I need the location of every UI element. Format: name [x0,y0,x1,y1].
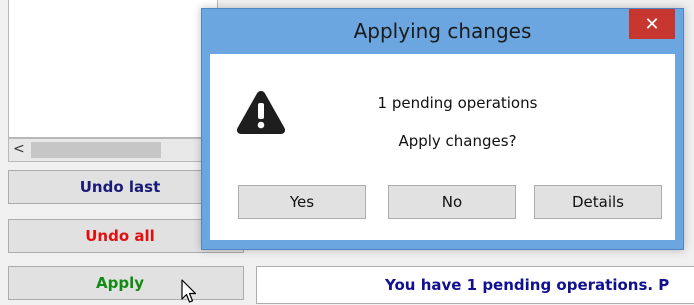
no-label: No [441,193,463,211]
close-button[interactable]: ✕ [629,9,675,39]
scroll-left-icon[interactable]: < [13,141,25,157]
dialog-title: Applying changes [353,19,532,43]
details-label: Details [571,193,624,211]
applying-changes-dialog: Applying changes ✕ 1 pending operations … [201,8,684,250]
no-button[interactable]: No [388,185,516,219]
apply-changes-question: Apply changes? [398,132,517,150]
apply-button[interactable]: Apply [8,266,244,300]
status-message: You have 1 pending operations. P [385,276,670,294]
undo-all-label: Undo all [85,227,155,245]
yes-label: Yes [289,193,315,211]
status-panel: You have 1 pending operations. P [256,266,694,304]
close-icon: ✕ [644,13,660,35]
yes-button[interactable]: Yes [238,185,366,219]
details-button[interactable]: Details [534,185,662,219]
mouse-pointer-icon [181,279,197,303]
dialog-body: 1 pending operations Apply changes? Yes … [210,54,675,240]
apply-label: Apply [95,274,144,292]
undo-last-label: Undo last [79,178,161,196]
operations-list[interactable] [8,0,218,138]
scrollbar-thumb[interactable] [31,142,161,158]
horizontal-scrollbar[interactable]: < [8,138,218,162]
pending-operations-message: 1 pending operations [377,94,538,112]
